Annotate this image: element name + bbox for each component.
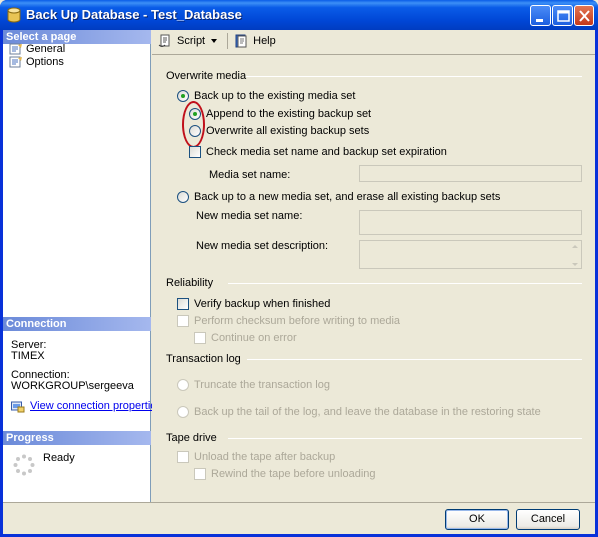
title-bar[interactable]: Back Up Database - Test_Database — [0, 0, 598, 30]
backup-existing-radio[interactable] — [177, 90, 189, 102]
checksum-label: Perform checksum before writing to media — [194, 315, 401, 327]
checksum-checkbox[interactable] — [177, 315, 189, 327]
dialog-client: Select a page General Options Connection… — [3, 30, 595, 534]
maximize-icon — [557, 10, 570, 22]
new-media-set-name-label: New media set name: — [196, 210, 303, 222]
tail-log-option[interactable]: Back up the tail of the log, and leave t… — [177, 405, 541, 419]
overwrite-all-label: Overwrite all existing backup sets — [206, 125, 370, 137]
dialog-window: Back Up Database - Test_Database Select … — [0, 0, 598, 537]
overwrite-all-option[interactable]: Overwrite all existing backup sets — [189, 124, 369, 138]
unload-tape-checkbox[interactable] — [177, 451, 189, 463]
media-set-name-input[interactable] — [359, 165, 582, 182]
truncate-option[interactable]: Truncate the transaction log — [177, 378, 330, 392]
section-divider — [246, 76, 582, 77]
toolbar: Script Help — [152, 30, 595, 52]
backup-new-label: Back up to a new media set, and erase al… — [194, 191, 501, 203]
script-button[interactable]: Script — [158, 32, 221, 50]
options-pane: Script Help Overwrite media Back up to t… — [152, 30, 595, 502]
description-scrollbar[interactable] — [567, 241, 581, 268]
left-pane: Select a page General Options Connection… — [3, 30, 162, 502]
transaction-log-title: Transaction log — [166, 353, 241, 365]
section-divider — [247, 359, 582, 360]
view-connection-link[interactable]: View connection properties — [30, 400, 162, 413]
rewind-tape-checkbox[interactable] — [194, 468, 206, 480]
button-bar: OK Cancel — [3, 502, 595, 534]
options-content: Overwrite media Back up to the existing … — [152, 54, 595, 502]
truncate-label: Truncate the transaction log — [194, 379, 330, 391]
unload-tape-option[interactable]: Unload the tape after backup — [177, 450, 335, 464]
section-divider — [228, 438, 582, 439]
connection-value: WORKGROUP\sergeeva — [11, 380, 134, 392]
new-media-set-description-input[interactable] — [359, 240, 582, 269]
verify-option[interactable]: Verify backup when finished — [177, 297, 330, 311]
media-set-name-label: Media set name: — [209, 169, 291, 181]
continue-on-error-label: Continue on error — [211, 332, 297, 344]
new-media-set-name-input[interactable] — [359, 210, 582, 235]
unload-tape-label: Unload the tape after backup — [194, 451, 336, 463]
page-item-general[interactable]: General — [9, 42, 65, 56]
backup-existing-label: Back up to the existing media set — [194, 90, 356, 102]
continue-on-error-checkbox[interactable] — [194, 332, 206, 344]
close-icon — [579, 10, 590, 22]
backup-new-option[interactable]: Back up to a new media set, and erase al… — [177, 190, 500, 204]
page-item-label: General — [26, 43, 66, 55]
progress-spinner-icon — [13, 454, 35, 476]
database-backup-icon — [7, 7, 21, 23]
view-connection-properties[interactable]: View connection properties — [11, 400, 162, 413]
section-divider — [228, 283, 582, 284]
overwrite-media-title: Overwrite media — [166, 70, 247, 82]
page-item-options[interactable]: Options — [9, 55, 64, 69]
chevron-down-icon[interactable] — [210, 37, 218, 45]
rewind-tape-label: Rewind the tape before unloading — [211, 468, 376, 480]
verify-label: Verify backup when finished — [194, 298, 331, 310]
script-icon — [158, 34, 170, 47]
append-label: Append to the existing backup set — [206, 108, 372, 120]
minimize-button[interactable] — [530, 5, 551, 26]
rewind-tape-option[interactable]: Rewind the tape before unloading — [194, 467, 376, 481]
cancel-button[interactable]: Cancel — [516, 509, 580, 530]
backup-new-radio[interactable] — [177, 191, 189, 203]
verify-checkbox[interactable] — [177, 298, 189, 310]
tail-log-label: Back up the tail of the log, and leave t… — [194, 406, 541, 418]
help-icon — [235, 34, 247, 48]
check-expiration-option[interactable]: Check media set name and backup set expi… — [189, 145, 447, 159]
continue-on-error-option[interactable]: Continue on error — [194, 331, 297, 345]
page-item-label: Options — [26, 56, 64, 68]
minimize-icon — [536, 19, 543, 22]
help-button[interactable]: Help — [234, 32, 276, 50]
scroll-arrows-icon — [572, 245, 578, 266]
page-icon — [9, 56, 22, 68]
check-expiration-checkbox[interactable] — [189, 146, 201, 158]
window-title: Back Up Database - Test_Database — [26, 7, 242, 22]
check-expiration-label: Check media set name and backup set expi… — [206, 146, 447, 158]
server-value: TIMEX — [11, 350, 45, 362]
tail-log-radio[interactable] — [177, 406, 189, 418]
progress-header: Progress — [3, 431, 151, 445]
close-button[interactable] — [574, 5, 594, 26]
tape-drive-title: Tape drive — [166, 432, 217, 444]
connection-header: Connection — [3, 317, 151, 331]
truncate-radio[interactable] — [177, 379, 189, 391]
help-label: Help — [253, 35, 276, 47]
connection-properties-icon — [11, 401, 25, 412]
backup-existing-option[interactable]: Back up to the existing media set — [177, 89, 355, 103]
highlight-circle — [182, 101, 205, 148]
reliability-title: Reliability — [166, 277, 214, 289]
maximize-button[interactable] — [552, 5, 573, 26]
ok-button[interactable]: OK — [445, 509, 509, 530]
new-media-set-description-label: New media set description: — [196, 240, 329, 252]
append-option[interactable]: Append to the existing backup set — [189, 107, 371, 121]
checksum-option[interactable]: Perform checksum before writing to media — [177, 314, 400, 328]
progress-status: Ready — [43, 452, 75, 464]
script-label: Script — [177, 35, 206, 47]
page-icon — [9, 43, 22, 55]
toolbar-separator — [227, 33, 229, 49]
